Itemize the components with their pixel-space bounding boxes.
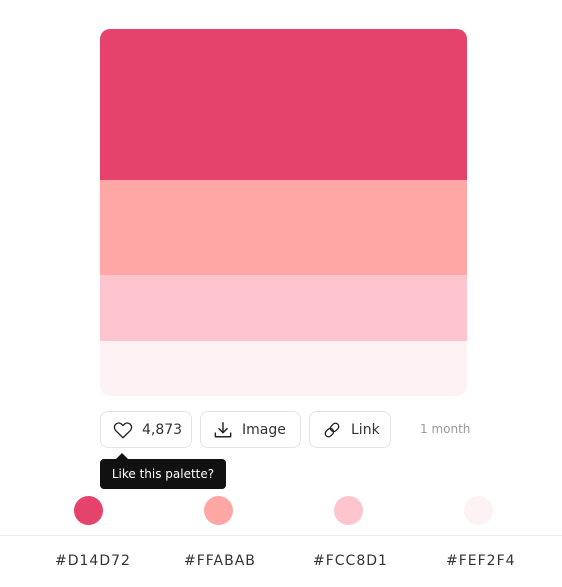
hex-code-2[interactable]: #FFABAB <box>184 553 256 569</box>
link-label: Link <box>351 421 380 438</box>
color-dot-1[interactable] <box>74 496 103 525</box>
hex-code-3[interactable]: #FCC8D1 <box>313 553 388 569</box>
link-icon <box>322 421 342 439</box>
palette-age: 1 month <box>420 422 471 436</box>
heart-icon <box>113 421 133 439</box>
tooltip-text: Like this palette? <box>111 467 215 481</box>
like-button[interactable]: 4,873 <box>100 411 192 448</box>
color-dot-4[interactable] <box>464 496 493 525</box>
color-dot-3[interactable] <box>334 496 363 525</box>
like-tooltip: Like this palette? <box>100 453 226 489</box>
color-dot-2[interactable] <box>204 496 233 525</box>
link-button[interactable]: Link <box>309 411 391 448</box>
divider <box>0 535 562 536</box>
hex-code-4[interactable]: #FEF2F4 <box>446 553 516 569</box>
image-label: Image <box>242 421 286 438</box>
download-icon <box>213 421 233 439</box>
hex-code-1[interactable]: #D14D72 <box>55 553 131 569</box>
palette-page: 4,873 Image Link 1 month Like this palet… <box>0 0 562 587</box>
swatch-3[interactable] <box>100 275 467 341</box>
image-button[interactable]: Image <box>200 411 301 448</box>
palette-preview <box>100 29 467 396</box>
swatch-4[interactable] <box>100 341 467 396</box>
like-count: 4,873 <box>142 421 183 438</box>
swatch-1[interactable] <box>100 29 467 180</box>
swatch-2[interactable] <box>100 180 467 275</box>
